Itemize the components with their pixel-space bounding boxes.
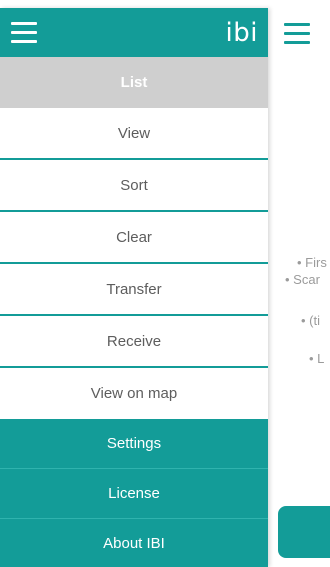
menu-item-sort[interactable]: Sort	[0, 160, 268, 212]
menu-item-label: License	[108, 485, 160, 502]
menu-item-label: Clear	[116, 228, 152, 246]
menu-item-label: List	[120, 74, 148, 91]
hamburger-icon[interactable]	[11, 22, 37, 43]
menu-item-about-ibi[interactable]: About IBI	[0, 519, 268, 567]
navigation-drawer: ibi List View Sort Clear Transfer Receiv…	[0, 8, 268, 567]
bullet-text: • L	[309, 351, 325, 366]
menu-item-view-on-map[interactable]: View on map	[0, 368, 268, 419]
menu-item-label: About IBI	[103, 534, 165, 552]
menu-item-label: Receive	[106, 332, 162, 350]
underlying-title-fragment	[321, 22, 327, 44]
bullet-text: • Firs	[297, 255, 327, 270]
menu-item-label: View on map	[90, 385, 178, 402]
bullet-text: • (ti	[301, 313, 320, 328]
drawer-header: ibi	[0, 8, 268, 57]
menu-item-label: View	[117, 124, 151, 142]
menu-item-label: Settings	[106, 435, 162, 452]
menu-item-receive[interactable]: Receive	[0, 316, 268, 368]
menu-item-transfer[interactable]: Transfer	[0, 264, 268, 316]
menu-item-clear[interactable]: Clear	[0, 212, 268, 264]
hamburger-icon[interactable]	[284, 23, 310, 44]
menu-item-label: Sort	[120, 176, 148, 194]
brand-logo: ibi	[225, 18, 258, 48]
menu-item-view[interactable]: View	[0, 108, 268, 160]
menu-item-list[interactable]: List	[0, 57, 268, 108]
menu-item-label: Transfer	[106, 280, 162, 298]
menu-item-license[interactable]: License	[0, 469, 268, 519]
menu-item-settings[interactable]: Settings	[0, 419, 268, 469]
action-button[interactable]	[278, 506, 330, 558]
bullet-text: • Scar	[285, 272, 320, 287]
